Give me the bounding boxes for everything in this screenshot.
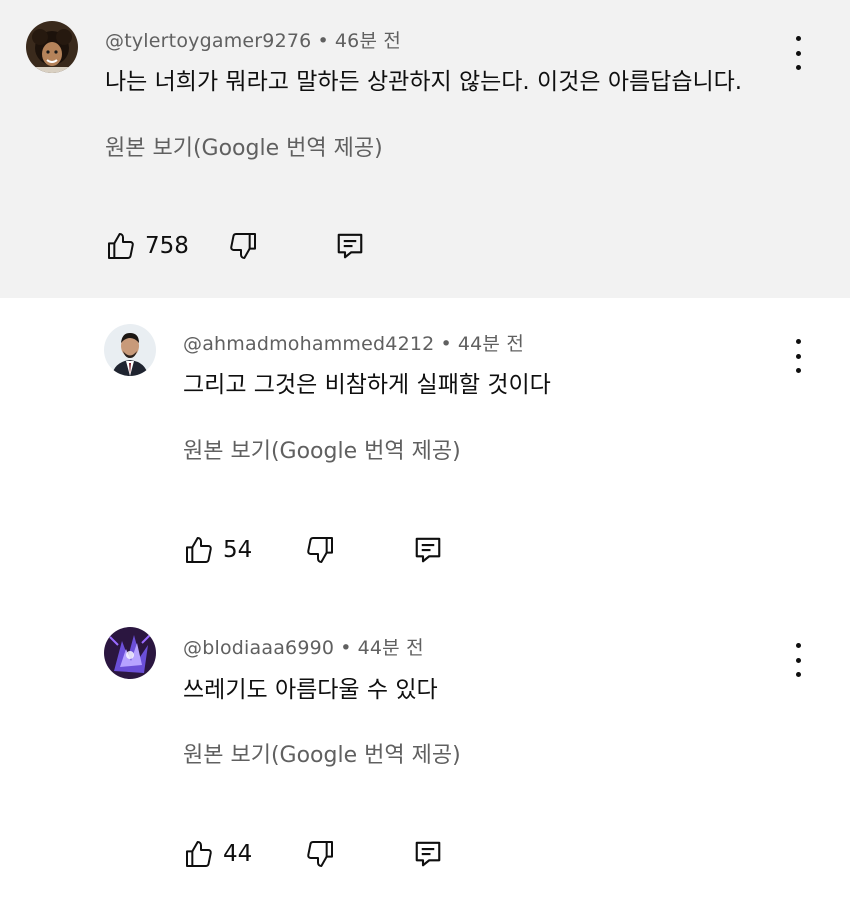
comment-text: 그리고 그것은 비참하게 실패할 것이다	[183, 372, 551, 398]
more-vertical-icon	[795, 643, 801, 648]
reply-icon	[415, 841, 441, 867]
reply-icon	[415, 537, 441, 563]
view-original-link[interactable]: 원본 보기(Google 번역 제공)	[105, 130, 383, 162]
author-name[interactable]: @ahmadmohammed4212	[183, 333, 434, 355]
more-actions-button[interactable]	[788, 643, 808, 677]
comment-text: 나는 너희가 뭐라고 말하든 상관하지 않는다. 이것은 아름답습니다.	[105, 69, 743, 95]
comment-meta: @ahmadmohammed4212 • 44분 전	[183, 329, 524, 356]
avatar-image	[104, 627, 156, 679]
reply-icon	[337, 233, 363, 259]
comment-actions: 44	[183, 834, 483, 874]
thumb-up-icon	[186, 537, 212, 563]
comment-time[interactable]: 46분 전	[335, 30, 401, 52]
meta-separator: •	[317, 30, 329, 52]
comment-meta: @tylertoygamer9276 • 46분 전	[105, 26, 401, 53]
reply-button[interactable]	[413, 834, 443, 874]
thumb-down-icon	[307, 537, 333, 563]
dislike-button[interactable]	[227, 226, 259, 266]
reply-comment: @ahmadmohammed4212 • 44분 전 그리고 그것은 비참하게 실패…	[0, 298, 850, 603]
avatar-image	[26, 21, 78, 73]
meta-separator: •	[340, 637, 352, 659]
avatar[interactable]	[104, 627, 156, 679]
thumb-down-icon	[230, 233, 256, 259]
reply-button[interactable]	[413, 530, 443, 570]
like-button[interactable]: 758	[105, 226, 189, 266]
dislike-button[interactable]	[304, 530, 336, 570]
like-count: 44	[223, 841, 253, 867]
more-actions-button[interactable]	[788, 36, 808, 70]
meta-separator: •	[440, 333, 452, 355]
like-count: 758	[145, 233, 189, 259]
avatar-image	[104, 324, 156, 376]
more-actions-button[interactable]	[788, 339, 808, 373]
comment-time[interactable]: 44분 전	[458, 333, 524, 355]
author-name[interactable]: @tylertoygamer9276	[105, 30, 311, 52]
reply-comment: @blodiaaa6990 • 44분 전 쓰레기도 아름다울 수 있다 원본 보기…	[0, 603, 850, 905]
author-name[interactable]: @blodiaaa6990	[183, 637, 334, 659]
comment-actions: 54	[183, 530, 483, 570]
thumb-up-icon	[186, 841, 212, 867]
more-vertical-icon	[795, 339, 801, 344]
dislike-button[interactable]	[304, 834, 336, 874]
more-vertical-icon	[795, 36, 801, 41]
comment-meta: @blodiaaa6990 • 44분 전	[183, 633, 424, 660]
like-count: 54	[223, 537, 253, 563]
view-original-link[interactable]: 원본 보기(Google 번역 제공)	[183, 433, 461, 465]
comment-thread-top: @tylertoygamer9276 • 46분 전 나는 너희가 뭐라고 말하든 …	[0, 0, 850, 298]
reply-button[interactable]	[335, 226, 365, 266]
like-button[interactable]: 54	[183, 530, 252, 570]
avatar[interactable]	[26, 21, 78, 73]
comment-text: 쓰레기도 아름다울 수 있다	[183, 677, 438, 703]
view-original-link[interactable]: 원본 보기(Google 번역 제공)	[183, 737, 461, 769]
thumb-up-icon	[108, 233, 134, 259]
comment-actions: 758	[105, 226, 405, 266]
avatar[interactable]	[104, 324, 156, 376]
like-button[interactable]: 44	[183, 834, 252, 874]
thumb-down-icon	[307, 841, 333, 867]
comment-time[interactable]: 44분 전	[358, 637, 424, 659]
